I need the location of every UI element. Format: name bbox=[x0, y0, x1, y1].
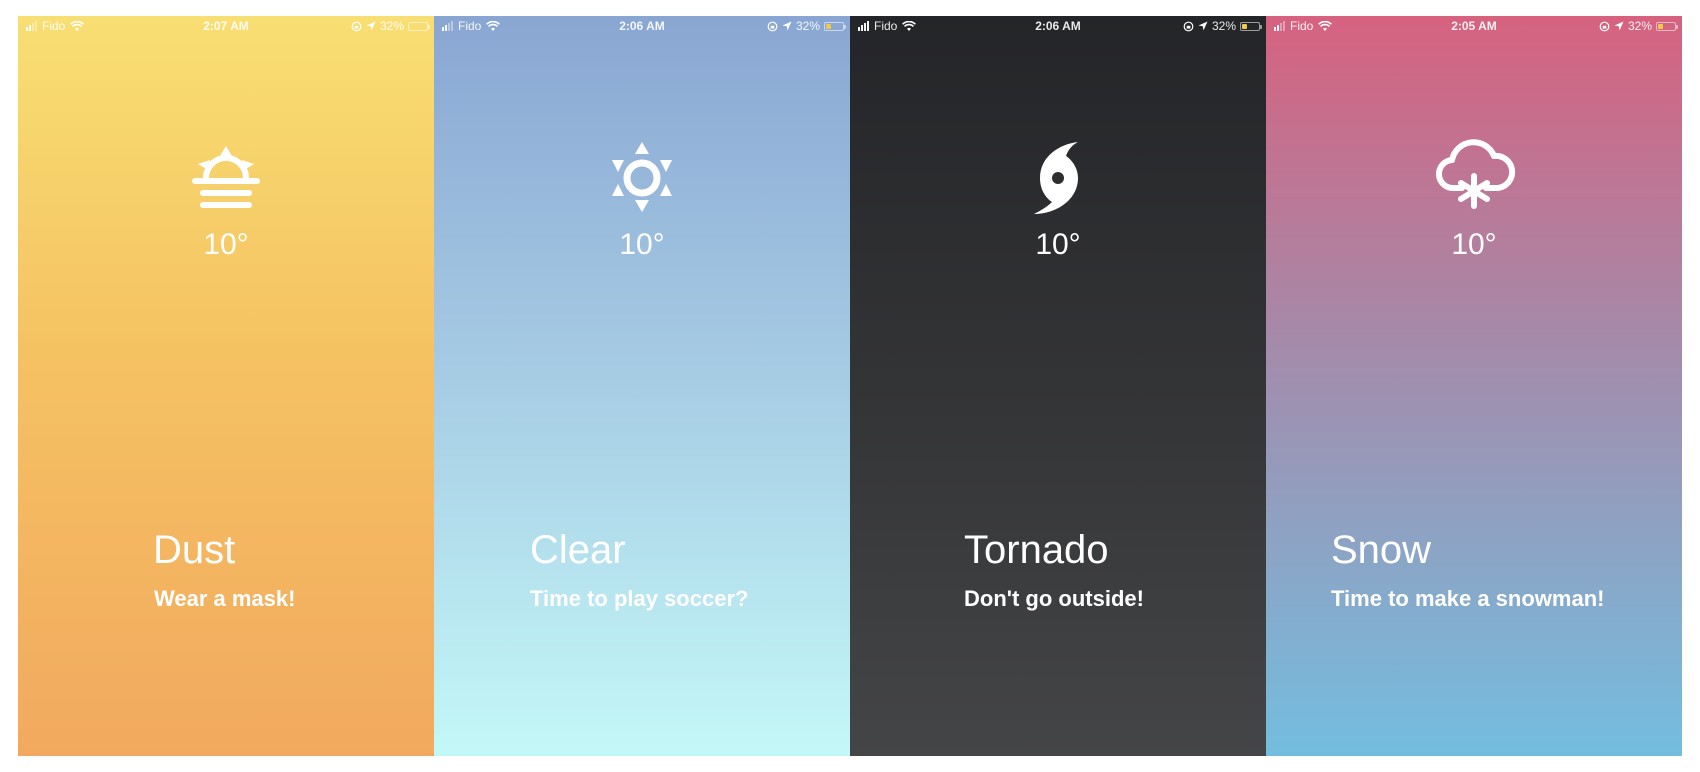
hurricane-icon bbox=[1034, 142, 1078, 214]
sun-icon bbox=[612, 142, 672, 212]
battery-icon bbox=[1240, 21, 1262, 31]
condition-title: Snow bbox=[1331, 528, 1432, 572]
condition-title: Clear bbox=[530, 528, 626, 572]
temperature: 10° bbox=[619, 228, 665, 261]
weather-screen-clear[interactable]: Fido 2:06 AM 32% 10° Clear Time to play … bbox=[434, 16, 850, 756]
battery-percent: 32% bbox=[379, 19, 404, 33]
screenshot-strip: Fido 2:07 AM 32% 10° Dust Wear a mask! F… bbox=[18, 16, 1682, 756]
advice-message: Time to make a snowman! bbox=[1331, 586, 1605, 611]
advice-message: Wear a mask! bbox=[154, 586, 296, 611]
sunrise-fog-icon bbox=[192, 146, 260, 208]
advice-message: Don't go outside! bbox=[964, 586, 1144, 611]
status-bar: Fido 2:06 AM 32% bbox=[434, 16, 850, 36]
condition-title: Dust bbox=[153, 528, 236, 572]
advice-message: Time to play soccer? bbox=[530, 586, 749, 611]
battery-percent: 32% bbox=[795, 19, 820, 33]
weather-screen-snow[interactable]: Fido 2:05 AM 32% 10° Snow Time to make a… bbox=[1266, 16, 1682, 756]
status-bar: Fido 2:05 AM 32% bbox=[1266, 16, 1682, 36]
snow-cloud-icon bbox=[1435, 139, 1516, 209]
orientation-lock-icon bbox=[1599, 21, 1610, 31]
location-arrow-icon bbox=[1198, 21, 1208, 31]
orientation-lock-icon bbox=[767, 21, 778, 31]
status-bar: Fido 2:06 AM 32% bbox=[850, 16, 1266, 36]
battery-icon bbox=[824, 21, 846, 31]
location-arrow-icon bbox=[1614, 21, 1624, 31]
temperature: 10° bbox=[1451, 228, 1497, 261]
battery-percent: 32% bbox=[1627, 19, 1652, 33]
weather-screen-tornado[interactable]: Fido 2:06 AM 32% 10° Tornado Don't go ou… bbox=[850, 16, 1266, 756]
battery-percent: 32% bbox=[1211, 19, 1236, 33]
condition-title: Tornado bbox=[964, 528, 1109, 572]
battery-icon bbox=[1656, 21, 1678, 31]
orientation-lock-icon bbox=[1183, 21, 1194, 31]
location-arrow-icon bbox=[782, 21, 792, 31]
status-bar: Fido 2:07 AM 32% bbox=[18, 16, 434, 36]
orientation-lock-icon bbox=[351, 21, 362, 31]
weather-screen-dust[interactable]: Fido 2:07 AM 32% 10° Dust Wear a mask! bbox=[18, 16, 434, 756]
location-arrow-icon bbox=[366, 21, 376, 31]
battery-icon bbox=[408, 21, 430, 31]
temperature: 10° bbox=[1035, 228, 1081, 261]
temperature: 10° bbox=[203, 228, 249, 261]
